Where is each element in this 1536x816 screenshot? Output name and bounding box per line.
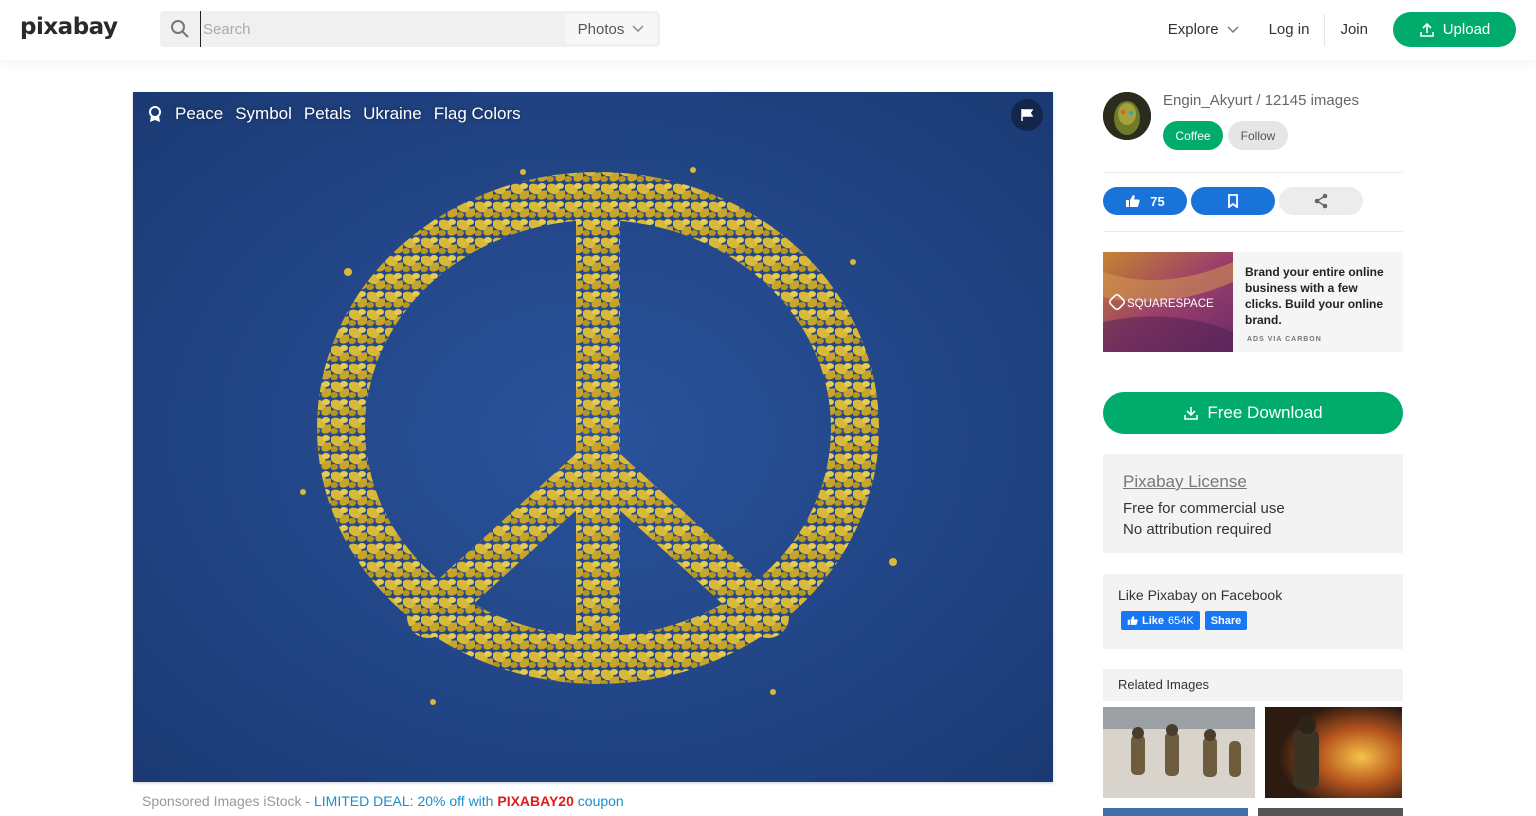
author-avatar[interactable] (1103, 92, 1151, 140)
tag-petals[interactable]: Petals (304, 104, 351, 124)
tag-ukraine[interactable]: Ukraine (363, 104, 422, 124)
thumbs-up-icon (1127, 616, 1138, 625)
tag-symbol[interactable]: Symbol (235, 104, 292, 124)
bookmark-icon (1228, 194, 1238, 208)
free-download-button[interactable]: Free Download (1103, 392, 1403, 434)
like-count: 75 (1150, 193, 1165, 209)
top-header: pixabay Photos Explore Log in Join Uploa… (0, 0, 1536, 60)
license-box: Pixabay License Free for commercial use … (1103, 454, 1403, 553)
flag-icon (1021, 109, 1034, 121)
ads-via-carbon[interactable]: ADS VIA CARBON (1247, 336, 1322, 343)
divider (1103, 172, 1403, 173)
follow-button[interactable]: Follow (1228, 121, 1288, 150)
share-button[interactable] (1279, 187, 1363, 215)
chevron-down-icon (632, 25, 644, 33)
search-bar: Photos (160, 11, 660, 47)
chevron-down-icon (1227, 25, 1239, 33)
sponsored-line: Sponsored Images iStock - LIMITED DEAL: … (142, 793, 624, 809)
bookmark-button[interactable] (1191, 187, 1275, 215)
explore-menu[interactable]: Explore (1153, 12, 1254, 47)
related-image[interactable] (1258, 808, 1403, 816)
license-line-attribution: No attribution required (1123, 521, 1272, 538)
sponsored-prefix: Sponsored Images iStock - (142, 793, 314, 809)
report-button[interactable] (1011, 99, 1043, 131)
upload-button[interactable]: Upload (1393, 12, 1516, 47)
search-type-label: Photos (577, 20, 625, 38)
top-nav: Explore Log in Join Upload (1153, 12, 1516, 47)
sponsored-suffix[interactable]: coupon (574, 793, 624, 809)
image-tags: Peace Symbol Petals Ukraine Flag Colors (147, 104, 521, 124)
tag-flag-colors[interactable]: Flag Colors (434, 104, 521, 124)
related-images-title: Related Images (1103, 669, 1403, 701)
facebook-like-label: Like (1142, 614, 1165, 627)
login-link[interactable]: Log in (1254, 12, 1325, 47)
peace-petals-image (133, 92, 1053, 782)
facebook-like-count: 654K (1168, 614, 1194, 627)
search-input[interactable] (200, 11, 565, 47)
license-link[interactable]: Pixabay License (1123, 472, 1383, 492)
related-image[interactable] (1103, 808, 1248, 816)
facebook-like-button[interactable]: Like 654K (1121, 611, 1200, 630)
like-button[interactable]: 75 (1103, 187, 1187, 215)
award-icon (149, 106, 161, 122)
ad-text[interactable]: Brand your entire online business with a… (1245, 264, 1397, 328)
share-icon (1314, 193, 1328, 209)
ad-brand: SQUARESPACE (1127, 298, 1214, 310)
author-name[interactable]: Engin_Akyurt / 12145 images (1163, 92, 1359, 109)
tag-peace[interactable]: Peace (175, 104, 223, 124)
facebook-share-button[interactable]: Share (1204, 611, 1248, 630)
divider (1103, 231, 1403, 232)
facebook-box: Like Pixabay on Facebook Like 654K Share (1103, 574, 1403, 649)
upload-icon (1419, 22, 1434, 37)
search-icon[interactable] (160, 19, 200, 39)
search-type-select[interactable]: Photos (565, 14, 657, 44)
facebook-title: Like Pixabay on Facebook (1118, 587, 1283, 603)
carbon-ad[interactable]: SQUARESPACE Brand your entire online bus… (1103, 252, 1403, 352)
thumbs-up-icon (1126, 195, 1140, 207)
related-image[interactable] (1265, 707, 1402, 798)
sponsored-deal-link[interactable]: LIMITED DEAL: 20% off with (314, 793, 497, 809)
ad-image[interactable]: SQUARESPACE (1103, 252, 1233, 352)
pixabay-logo[interactable]: pixabay (20, 14, 118, 40)
related-image[interactable] (1103, 707, 1255, 798)
download-icon (1184, 407, 1199, 420)
download-label: Free Download (1207, 403, 1323, 422)
license-line-commercial: Free for commercial use (1123, 500, 1285, 517)
main-photo[interactable]: Peace Symbol Petals Ukraine Flag Colors (133, 92, 1053, 782)
explore-label: Explore (1167, 21, 1219, 38)
coffee-button[interactable]: Coffee (1163, 121, 1223, 150)
upload-label: Upload (1442, 21, 1491, 38)
coupon-code[interactable]: PIXABAY20 (497, 793, 574, 809)
join-link[interactable]: Join (1325, 12, 1383, 47)
